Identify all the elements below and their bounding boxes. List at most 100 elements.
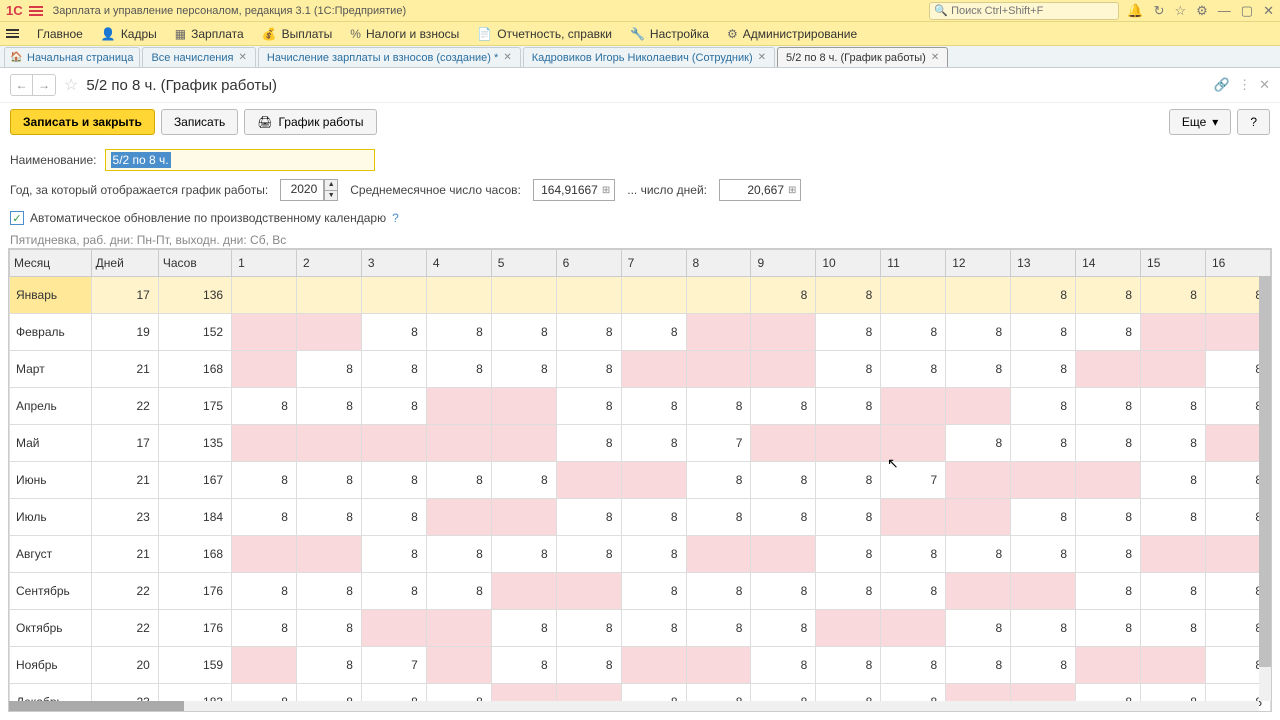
table-row[interactable]: Август211688888888888 [10,536,1271,573]
close-icon[interactable]: ✕ [239,52,247,63]
cell-day[interactable] [881,388,946,425]
horizontal-scrollbar[interactable] [9,701,1259,711]
cell-day[interactable]: 7 [686,425,751,462]
cell-day[interactable]: 8 [881,536,946,573]
header-day-15[interactable]: 15 [1141,250,1206,277]
cell-day[interactable] [1076,647,1141,684]
header-day-14[interactable]: 14 [1076,250,1141,277]
cell-day[interactable]: 8 [881,314,946,351]
table-row[interactable]: Сентябрь22176888888888888 [10,573,1271,610]
table-row[interactable]: Январь17136888888 [10,277,1271,314]
cell-days[interactable]: 17 [91,425,158,462]
cell-day[interactable] [1011,573,1076,610]
cell-hours[interactable]: 159 [158,647,231,684]
cell-day[interactable]: 7 [361,647,426,684]
header-days[interactable]: Дней [91,250,158,277]
cell-days[interactable]: 20 [91,647,158,684]
header-day-7[interactable]: 7 [621,250,686,277]
cell-day[interactable]: 8 [816,647,881,684]
cell-month[interactable]: Октябрь [10,610,92,647]
cell-day[interactable]: 8 [361,462,426,499]
schedule-table[interactable]: МесяцДнейЧасов12345678910111213141516 Ян… [9,249,1271,712]
cell-day[interactable]: 8 [621,314,686,351]
cell-day[interactable]: 8 [621,573,686,610]
cell-days[interactable]: 22 [91,573,158,610]
cell-day[interactable]: 8 [556,425,621,462]
cell-day[interactable]: 8 [1141,277,1206,314]
cell-day[interactable]: 8 [491,536,556,573]
cell-hours[interactable]: 152 [158,314,231,351]
close-icon[interactable]: ✕ [931,52,939,63]
cell-hours[interactable]: 176 [158,610,231,647]
bell-icon[interactable]: 🔔 [1127,3,1143,19]
cell-day[interactable]: 8 [946,314,1011,351]
cell-day[interactable] [556,277,621,314]
cell-day[interactable]: 8 [556,314,621,351]
header-day-9[interactable]: 9 [751,250,816,277]
cell-day[interactable]: 7 [881,462,946,499]
menu-nalogi[interactable]: %Налоги и взносы [350,27,459,41]
cell-day[interactable]: 8 [686,610,751,647]
forward-button[interactable]: → [33,75,55,95]
cell-days[interactable]: 21 [91,536,158,573]
cell-day[interactable]: 8 [621,388,686,425]
close-icon[interactable]: ✕ [503,52,511,63]
cell-day[interactable]: 8 [1076,499,1141,536]
cell-day[interactable] [816,425,881,462]
cell-hours[interactable]: 168 [158,536,231,573]
cell-day[interactable]: 8 [1076,277,1141,314]
cell-day[interactable] [946,499,1011,536]
star-icon[interactable]: ☆ [1174,3,1186,19]
cell-day[interactable]: 8 [751,462,816,499]
close-window-icon[interactable]: ✕ [1263,3,1274,19]
close-icon[interactable]: ✕ [758,52,766,63]
cell-month[interactable]: Январь [10,277,92,314]
cell-day[interactable]: 8 [556,647,621,684]
cell-day[interactable]: 8 [621,499,686,536]
cell-day[interactable] [881,277,946,314]
cell-day[interactable]: 8 [426,462,491,499]
cell-hours[interactable]: 168 [158,351,231,388]
cell-day[interactable] [361,277,426,314]
cell-day[interactable]: 8 [1076,610,1141,647]
cell-day[interactable] [686,536,751,573]
cell-day[interactable] [816,610,881,647]
cell-day[interactable]: 8 [296,388,361,425]
help-icon[interactable]: ? [392,211,399,225]
header-day-12[interactable]: 12 [946,250,1011,277]
cell-day[interactable] [1141,314,1206,351]
cell-day[interactable]: 8 [751,573,816,610]
cell-day[interactable] [232,351,297,388]
cell-day[interactable]: 8 [491,647,556,684]
link-icon[interactable]: 🔗 [1214,77,1230,93]
cell-hours[interactable]: 136 [158,277,231,314]
cell-day[interactable]: 8 [361,536,426,573]
chevron-up-icon[interactable]: ▲ [325,180,337,191]
cell-month[interactable]: Июль [10,499,92,536]
cell-day[interactable] [1141,536,1206,573]
cell-day[interactable] [361,610,426,647]
cell-day[interactable]: 8 [491,462,556,499]
cell-day[interactable]: 8 [1076,573,1141,610]
calculator-icon[interactable]: ⊞ [788,185,796,196]
chevron-down-icon[interactable]: ▼ [325,191,337,201]
header-day-5[interactable]: 5 [491,250,556,277]
cell-day[interactable]: 8 [816,388,881,425]
cell-day[interactable] [1141,647,1206,684]
cell-days[interactable]: 22 [91,388,158,425]
cell-month[interactable]: Май [10,425,92,462]
table-row[interactable]: Июнь2116788888888788 [10,462,1271,499]
cell-day[interactable]: 8 [1011,388,1076,425]
cell-days[interactable]: 19 [91,314,158,351]
cell-day[interactable]: 8 [816,536,881,573]
cell-day[interactable]: 8 [816,499,881,536]
cell-day[interactable] [491,277,556,314]
header-day-13[interactable]: 13 [1011,250,1076,277]
cell-day[interactable]: 8 [686,388,751,425]
cell-month[interactable]: Март [10,351,92,388]
cell-day[interactable] [361,425,426,462]
close-doc-icon[interactable]: ✕ [1259,77,1270,93]
menu-admin[interactable]: ⚙Администрирование [727,27,857,41]
global-search[interactable]: 🔍 [929,2,1119,20]
cell-day[interactable]: 8 [426,351,491,388]
